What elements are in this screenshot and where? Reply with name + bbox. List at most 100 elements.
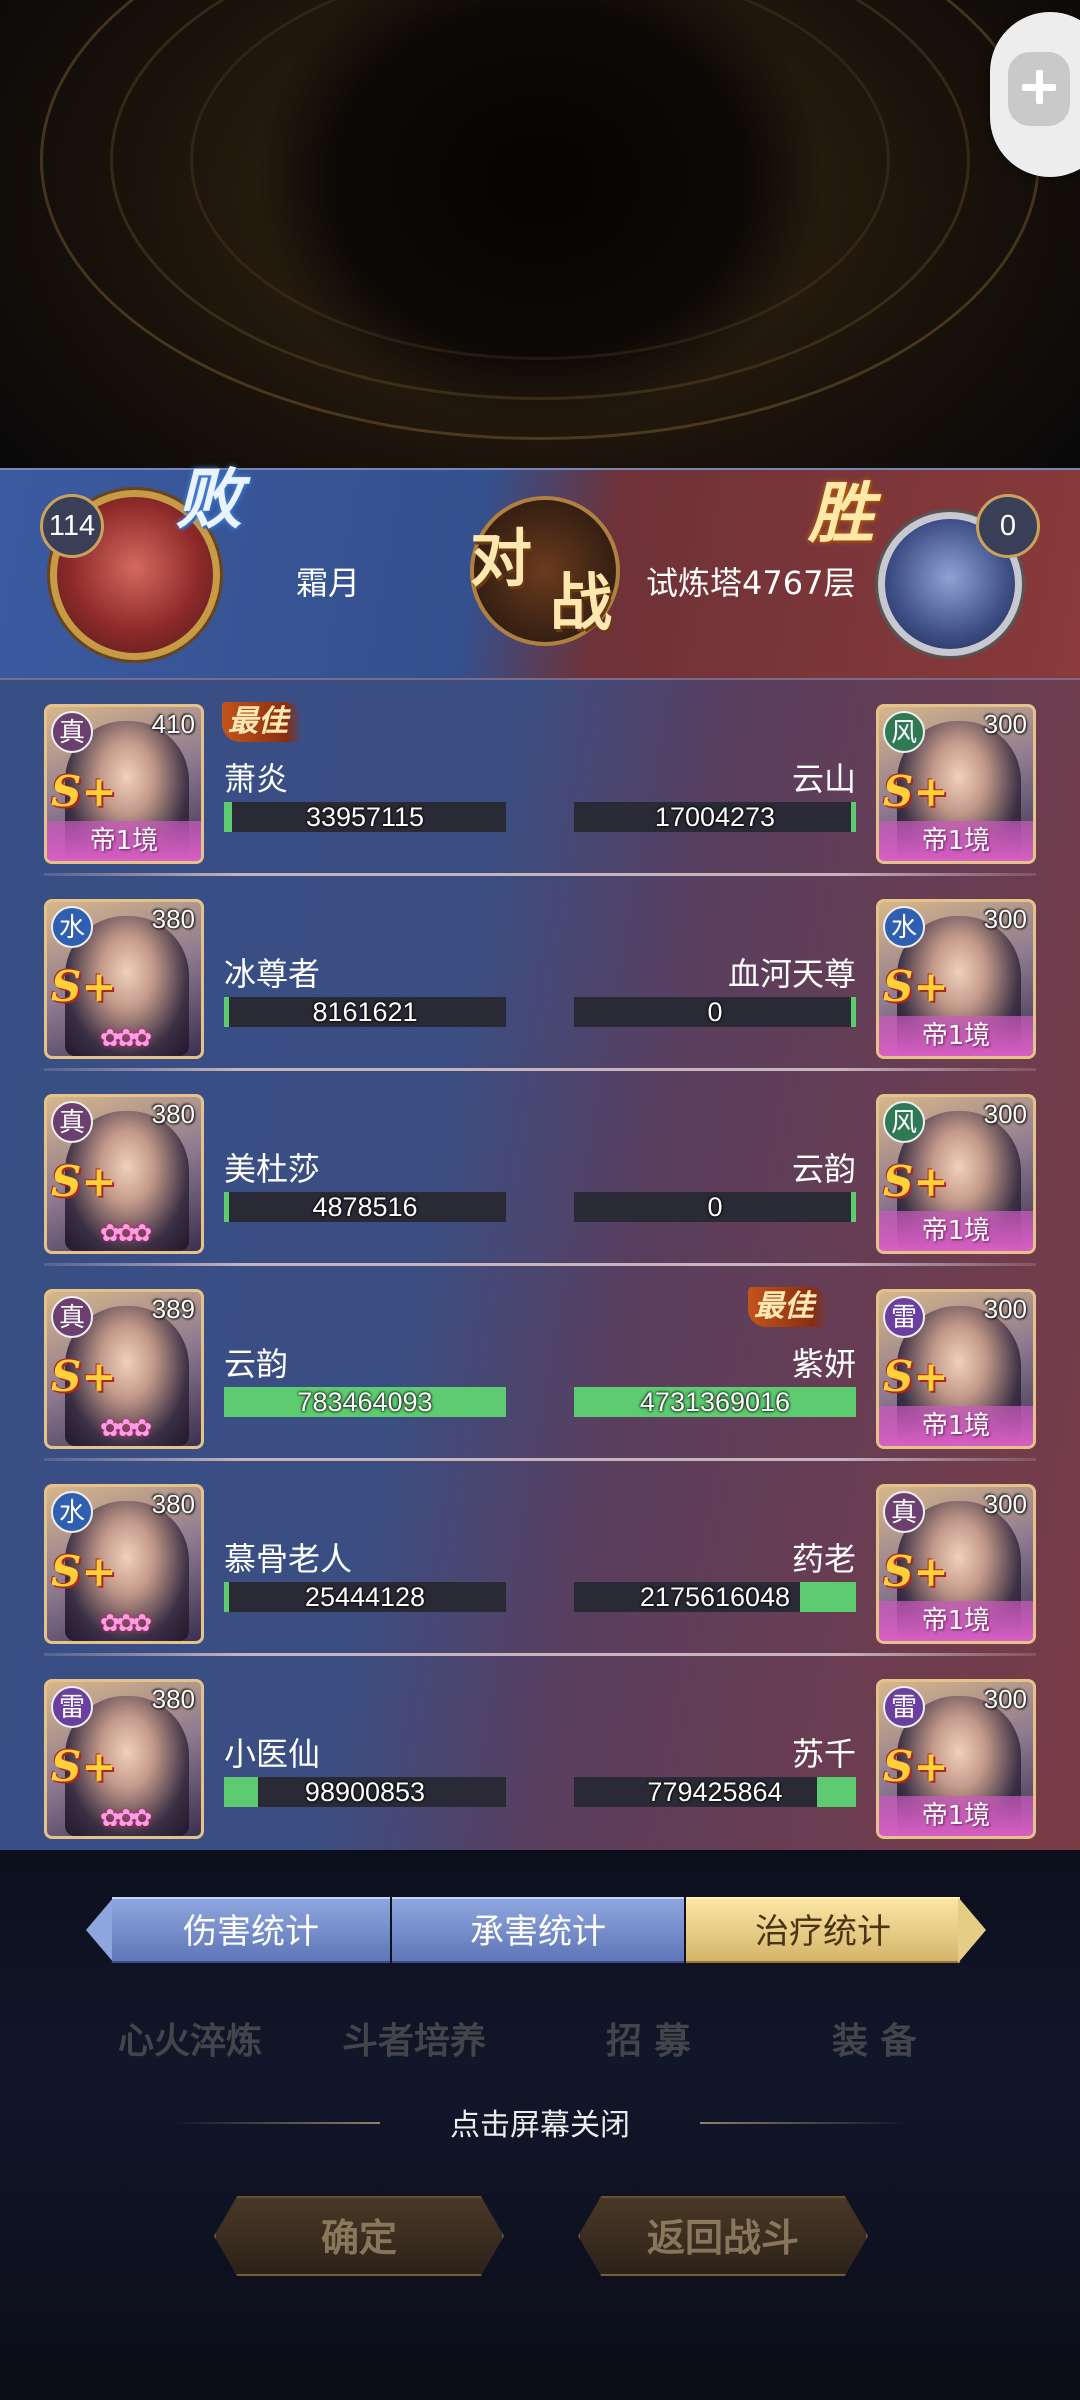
vs-text-right: 战 bbox=[550, 566, 613, 639]
hero-level-number: 300 bbox=[983, 1294, 1027, 1324]
hero-element-badge: 雷 bbox=[51, 1686, 93, 1728]
hero-element-badge: 水 bbox=[51, 906, 93, 948]
right-hero-card[interactable]: 风 300 S+ 帝1境 bbox=[876, 1094, 1036, 1254]
stats-panel: 真 410 S+ 帝1境 萧炎 最佳 33957115 风 300 S+ 帝1境 云山 17004273… bbox=[0, 680, 1080, 1850]
hero-grade: S+ bbox=[883, 962, 949, 1011]
left-stat-bar: 4878516 bbox=[224, 1192, 506, 1222]
left-stat-value: 8161621 bbox=[312, 997, 418, 1027]
bg-label-fighter-training: 斗者培养 bbox=[342, 2020, 487, 2062]
right-hero-card[interactable]: 风 300 S+ 帝1境 bbox=[876, 704, 1036, 864]
hero-grade: S+ bbox=[51, 1352, 117, 1401]
right-hero-card[interactable]: 雷 300 S+ 帝1境 bbox=[876, 1289, 1036, 1449]
tab-healing-stats[interactable]: 治疗统计 bbox=[686, 1897, 960, 1963]
right-stat-bar: 17004273 bbox=[574, 802, 856, 832]
hero-grade: S+ bbox=[883, 767, 949, 816]
hero-element-badge: 雷 bbox=[883, 1686, 925, 1728]
right-hero-card[interactable]: 水 300 S+ 帝1境 bbox=[876, 899, 1036, 1059]
hero-element-badge: 水 bbox=[51, 1491, 93, 1533]
left-hero-card[interactable]: 水 380 S+ ✿✿✿ bbox=[44, 1484, 204, 1644]
right-stat-value: 4731369016 bbox=[639, 1387, 791, 1417]
left-stat-bar: 783464093 bbox=[224, 1387, 506, 1417]
hero-element-badge: 雷 bbox=[883, 1296, 925, 1338]
hero-level-number: 380 bbox=[151, 904, 195, 934]
left-player-name: 霜月 bbox=[296, 564, 361, 602]
right-player-level: 0 bbox=[976, 494, 1040, 558]
hero-rank-band: 帝1境 bbox=[879, 1796, 1033, 1836]
left-hero-name: 慕骨老人 bbox=[224, 1540, 353, 1578]
left-stat-bar: 33957115 bbox=[224, 802, 506, 832]
hero-stat-row: 水 380 S+ ✿✿✿ 冰尊者 8161621 水 300 S+ 帝1境 血河天尊 0 bbox=[0, 875, 1080, 1071]
left-hero-card[interactable]: 水 380 S+ ✿✿✿ bbox=[44, 899, 204, 1059]
tab-damage-stats[interactable]: 伤害统计 bbox=[112, 1897, 390, 1963]
hero-rank-band: 帝1境 bbox=[879, 1406, 1033, 1446]
hero-grade: S+ bbox=[883, 1742, 949, 1791]
left-hero-card[interactable]: 真 410 S+ 帝1境 bbox=[44, 704, 204, 864]
right-hero-card[interactable]: 雷 300 S+ 帝1境 bbox=[876, 1679, 1036, 1839]
right-hero-name: 药老 bbox=[791, 1540, 856, 1578]
battle-scene-background bbox=[0, 0, 1080, 470]
left-hero-card[interactable]: 真 389 S+ ✿✿✿ bbox=[44, 1289, 204, 1449]
hero-level-number: 380 bbox=[151, 1099, 195, 1129]
left-stat-value: 33957115 bbox=[305, 802, 425, 832]
left-stat-value: 98900853 bbox=[304, 1777, 426, 1807]
vs-text-left: 对 bbox=[470, 522, 533, 595]
hero-element-badge: 风 bbox=[883, 711, 925, 753]
right-hero-name: 云山 bbox=[791, 760, 856, 798]
right-stat-bar: 0 bbox=[574, 997, 856, 1027]
left-stat-bar: 8161621 bbox=[224, 997, 506, 1027]
return-battle-button[interactable]: 返回战斗 bbox=[578, 2196, 868, 2276]
hero-element-badge: 水 bbox=[883, 906, 925, 948]
right-best-badge: 最佳 bbox=[748, 1287, 828, 1327]
hero-grade: S+ bbox=[883, 1547, 949, 1596]
hero-element-badge: 真 bbox=[51, 1296, 93, 1338]
gamepad-icon bbox=[1008, 52, 1070, 126]
hero-rank-band: 帝1境 bbox=[879, 1601, 1033, 1641]
hero-element-badge: 风 bbox=[883, 1101, 925, 1143]
left-hero-card[interactable]: 雷 380 S+ ✿✿✿ bbox=[44, 1679, 204, 1839]
hero-level-number: 300 bbox=[983, 904, 1027, 934]
right-stat-value: 2175616048 bbox=[639, 1582, 791, 1612]
hero-rank-band: 帝1境 bbox=[47, 821, 201, 861]
bg-label-heart-fire: 心火淬炼 bbox=[118, 2020, 263, 2062]
hero-rank-band: 帝1境 bbox=[879, 1016, 1033, 1056]
left-stat-value: 4878516 bbox=[312, 1192, 418, 1222]
left-hero-name: 萧炎 bbox=[224, 760, 289, 798]
hero-level-number: 300 bbox=[983, 1489, 1027, 1519]
right-hero-card[interactable]: 真 300 S+ 帝1境 bbox=[876, 1484, 1036, 1644]
right-stat-value: 0 bbox=[707, 997, 723, 1027]
hero-level-number: 300 bbox=[983, 1684, 1027, 1714]
tab-damage-taken-stats[interactable]: 承害统计 bbox=[392, 1897, 684, 1963]
right-hero-name: 苏千 bbox=[791, 1735, 856, 1773]
hero-star-flames-icon: ✿✿✿ bbox=[99, 1024, 152, 1052]
right-hero-name: 血河天尊 bbox=[727, 955, 856, 993]
right-stat-value: 17004273 bbox=[654, 802, 776, 832]
left-best-badge: 最佳 bbox=[222, 702, 302, 742]
tap-to-close-hint[interactable]: 点击屏幕关闭 bbox=[0, 2100, 1080, 2144]
left-hero-name: 美杜莎 bbox=[224, 1150, 321, 1188]
hero-grade: S+ bbox=[51, 962, 117, 1011]
hero-stat-row: 水 380 S+ ✿✿✿ 慕骨老人 25444128 真 300 S+ 帝1境 药老 21756160… bbox=[0, 1460, 1080, 1656]
hero-grade: S+ bbox=[51, 1157, 117, 1206]
hero-rank-band: 帝1境 bbox=[879, 1211, 1033, 1251]
bg-label-equipment: 装 备 bbox=[832, 2020, 917, 2062]
hero-level-number: 300 bbox=[983, 1099, 1027, 1129]
right-result-win: 胜 bbox=[808, 474, 874, 552]
tab-right-cap bbox=[958, 1897, 986, 1963]
tab-left-cap bbox=[86, 1897, 114, 1963]
left-hero-name: 小医仙 bbox=[224, 1735, 321, 1773]
right-stat-bar: 2175616048 bbox=[574, 1582, 856, 1612]
hero-element-badge: 真 bbox=[883, 1491, 925, 1533]
hero-level-number: 389 bbox=[151, 1294, 195, 1324]
floating-gamepad-button[interactable] bbox=[990, 12, 1080, 177]
confirm-button[interactable]: 确定 bbox=[214, 2196, 504, 2276]
bg-label-recruit: 招 募 bbox=[606, 2020, 691, 2062]
hero-stat-row: 真 410 S+ 帝1境 萧炎 最佳 33957115 风 300 S+ 帝1境 云山 17004273 bbox=[0, 680, 1080, 876]
hero-grade: S+ bbox=[51, 1742, 117, 1791]
hero-element-badge: 真 bbox=[51, 711, 93, 753]
right-stat-value: 0 bbox=[707, 1192, 723, 1222]
left-player-level: 114 bbox=[40, 494, 104, 558]
left-stat-value: 25444128 bbox=[304, 1582, 426, 1612]
right-hero-name: 紫妍 bbox=[791, 1345, 856, 1383]
left-hero-card[interactable]: 真 380 S+ ✿✿✿ bbox=[44, 1094, 204, 1254]
hero-level-number: 300 bbox=[983, 709, 1027, 739]
